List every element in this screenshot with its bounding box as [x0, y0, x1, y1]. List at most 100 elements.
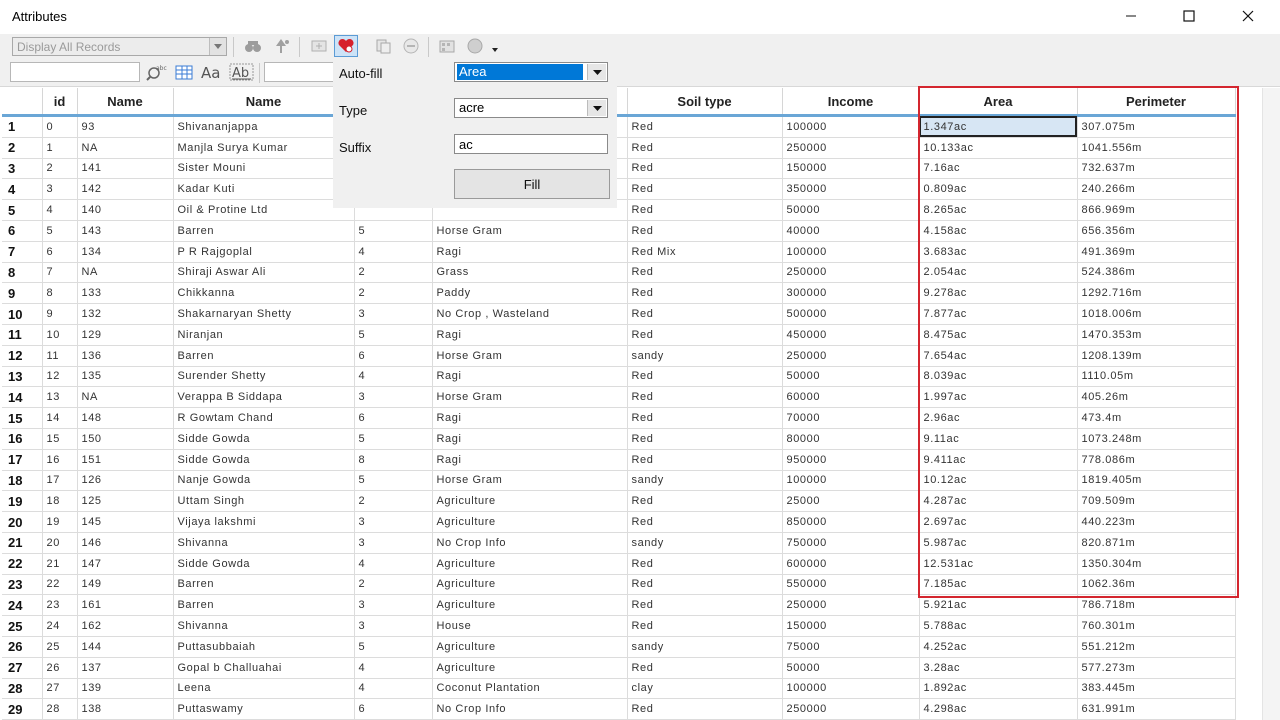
crop-cell[interactable]: Horse Gram [432, 345, 628, 367]
code-cell[interactable]: 149 [77, 574, 174, 596]
income-header[interactable]: Income [782, 88, 920, 117]
perimeter-cell[interactable]: 405.26m [1077, 386, 1236, 409]
perimeter-cell[interactable]: 1018.006m [1077, 303, 1236, 325]
table-row[interactable]: 12 11 136 Barren 6 Horse Gram sandy 250000 7.654… [2, 345, 1236, 367]
perimeter-cell[interactable]: 383.445m [1077, 678, 1236, 700]
area-cell[interactable]: 8.039ac [919, 366, 1078, 388]
table-row[interactable]: 3 2 141 Sister Mouni Red 150000 7.16ac 732.637m [2, 158, 1236, 180]
soil-type-cell[interactable]: Red [627, 449, 783, 471]
id-cell[interactable]: 18 [42, 490, 78, 513]
perimeter-cell[interactable]: 732.637m [1077, 158, 1236, 180]
crop-cell[interactable]: Ragi [432, 324, 628, 346]
code-cell[interactable]: 125 [77, 490, 174, 513]
income-cell[interactable]: 70000 [782, 407, 920, 429]
calculator-icon[interactable] [436, 36, 460, 56]
count-cell[interactable]: 5 [354, 220, 433, 242]
count-cell[interactable]: 3 [354, 386, 433, 409]
perimeter-cell[interactable]: 1470.353m [1077, 324, 1236, 346]
income-cell[interactable]: 600000 [782, 553, 920, 575]
income-cell[interactable]: 500000 [782, 303, 920, 325]
table-row[interactable]: 16 15 150 Sidde Gowda 5 Ragi Red 80000 9.11ac 107… [2, 428, 1236, 450]
crop-cell[interactable]: Ragi [432, 241, 628, 263]
soil-type-cell[interactable]: Red [627, 158, 783, 180]
count-cell[interactable]: 6 [354, 407, 433, 429]
table-row[interactable]: 19 18 125 Uttam Singh 2 Agriculture Red 25000 4.… [2, 490, 1236, 513]
row-number[interactable]: 24 [2, 594, 43, 617]
income-cell[interactable]: 150000 [782, 158, 920, 180]
count-cell[interactable]: 8 [354, 449, 433, 471]
id-cell[interactable]: 1 [42, 137, 78, 159]
row-number[interactable]: 4 [2, 178, 43, 201]
soil-type-cell[interactable]: Red [627, 366, 783, 388]
count-cell[interactable]: 3 [354, 594, 433, 617]
name-cell[interactable]: Verappa B Siddapa [173, 386, 355, 409]
soil-type-header[interactable]: Soil type [627, 88, 783, 117]
code-cell[interactable]: 140 [77, 199, 174, 221]
row-number[interactable]: 5 [2, 199, 43, 221]
income-cell[interactable]: 350000 [782, 178, 920, 201]
count-cell[interactable]: 2 [354, 574, 433, 596]
soil-type-cell[interactable]: Red [627, 262, 783, 284]
area-cell[interactable]: 3.683ac [919, 241, 1078, 263]
count-cell[interactable]: 3 [354, 303, 433, 325]
id-cell[interactable]: 26 [42, 657, 78, 679]
crop-cell[interactable]: Horse Gram [432, 470, 628, 492]
count-cell[interactable]: 5 [354, 428, 433, 450]
soil-type-cell[interactable]: Red Mix [627, 241, 783, 263]
row-number[interactable]: 26 [2, 636, 43, 658]
table-row[interactable]: 23 22 149 Barren 2 Agriculture Red 550000 7.185a… [2, 574, 1236, 596]
soil-type-cell[interactable]: Red [627, 199, 783, 221]
code-cell[interactable]: 139 [77, 678, 174, 700]
area-header[interactable]: Area [919, 88, 1078, 117]
perimeter-cell[interactable]: 1819.405m [1077, 470, 1236, 492]
soil-type-cell[interactable]: Red [627, 698, 783, 720]
row-number[interactable]: 22 [2, 553, 43, 575]
count-cell[interactable]: 4 [354, 678, 433, 700]
soil-type-cell[interactable]: Red [627, 115, 783, 138]
name-cell[interactable]: Shiraji Aswar Ali [173, 262, 355, 284]
name-cell[interactable]: Shivanna [173, 532, 355, 554]
name-cell[interactable]: Gopal b Challuahai [173, 657, 355, 679]
id-cell[interactable]: 28 [42, 698, 78, 720]
row-number[interactable]: 20 [2, 511, 43, 533]
income-cell[interactable]: 250000 [782, 137, 920, 159]
table-row[interactable]: 8 7 NA Shiraji Aswar Ali 2 Grass Red 250000 2.05… [2, 262, 1236, 284]
income-cell[interactable]: 150000 [782, 615, 920, 637]
row-number-header[interactable] [2, 88, 43, 117]
table-row[interactable]: 5 4 140 Oil & Protine Ltd Red 50000 8.265ac 866… [2, 199, 1236, 221]
row-number[interactable]: 12 [2, 345, 43, 367]
name-cell[interactable]: Sister Mouni [173, 158, 355, 180]
code-cell[interactable]: 138 [77, 698, 174, 720]
code-cell[interactable]: 161 [77, 594, 174, 617]
row-number[interactable]: 1 [2, 115, 43, 138]
income-cell[interactable]: 100000 [782, 115, 920, 138]
soil-type-cell[interactable]: Red [627, 553, 783, 575]
count-cell[interactable]: 5 [354, 470, 433, 492]
crop-cell[interactable]: Horse Gram [432, 386, 628, 409]
crop-cell[interactable]: No Crop Info [432, 698, 628, 720]
income-cell[interactable]: 250000 [782, 698, 920, 720]
area-cell[interactable]: 7.185ac [919, 574, 1078, 596]
id-cell[interactable]: 6 [42, 241, 78, 263]
name-cell[interactable]: Uttam Singh [173, 490, 355, 513]
perimeter-cell[interactable]: 1041.556m [1077, 137, 1236, 159]
area-cell[interactable]: 8.475ac [919, 324, 1078, 346]
name-code-header[interactable]: Name [77, 88, 174, 117]
code-cell[interactable]: 151 [77, 449, 174, 471]
name-cell[interactable]: Sidde Gowda [173, 449, 355, 471]
soil-type-cell[interactable]: Red [627, 303, 783, 325]
table-row[interactable]: 11 10 129 Niranjan 5 Ragi Red 450000 8.475ac 1470… [2, 324, 1236, 346]
row-number[interactable]: 7 [2, 241, 43, 263]
code-cell[interactable]: 144 [77, 636, 174, 658]
id-cell[interactable]: 23 [42, 594, 78, 617]
table-row[interactable]: 6 5 143 Barren 5 Horse Gram Red 40000 4.158ac 656… [2, 220, 1236, 242]
row-number[interactable]: 16 [2, 428, 43, 450]
name-cell[interactable]: Nanje Gowda [173, 470, 355, 492]
id-cell[interactable]: 15 [42, 428, 78, 450]
crop-cell[interactable]: Coconut Plantation [432, 678, 628, 700]
area-cell[interactable]: 1.997ac [919, 386, 1078, 409]
area-cell[interactable]: 4.298ac [919, 698, 1078, 720]
code-cell[interactable]: 126 [77, 470, 174, 492]
perimeter-cell[interactable]: 656.356m [1077, 220, 1236, 242]
soil-type-cell[interactable]: Red [627, 386, 783, 409]
